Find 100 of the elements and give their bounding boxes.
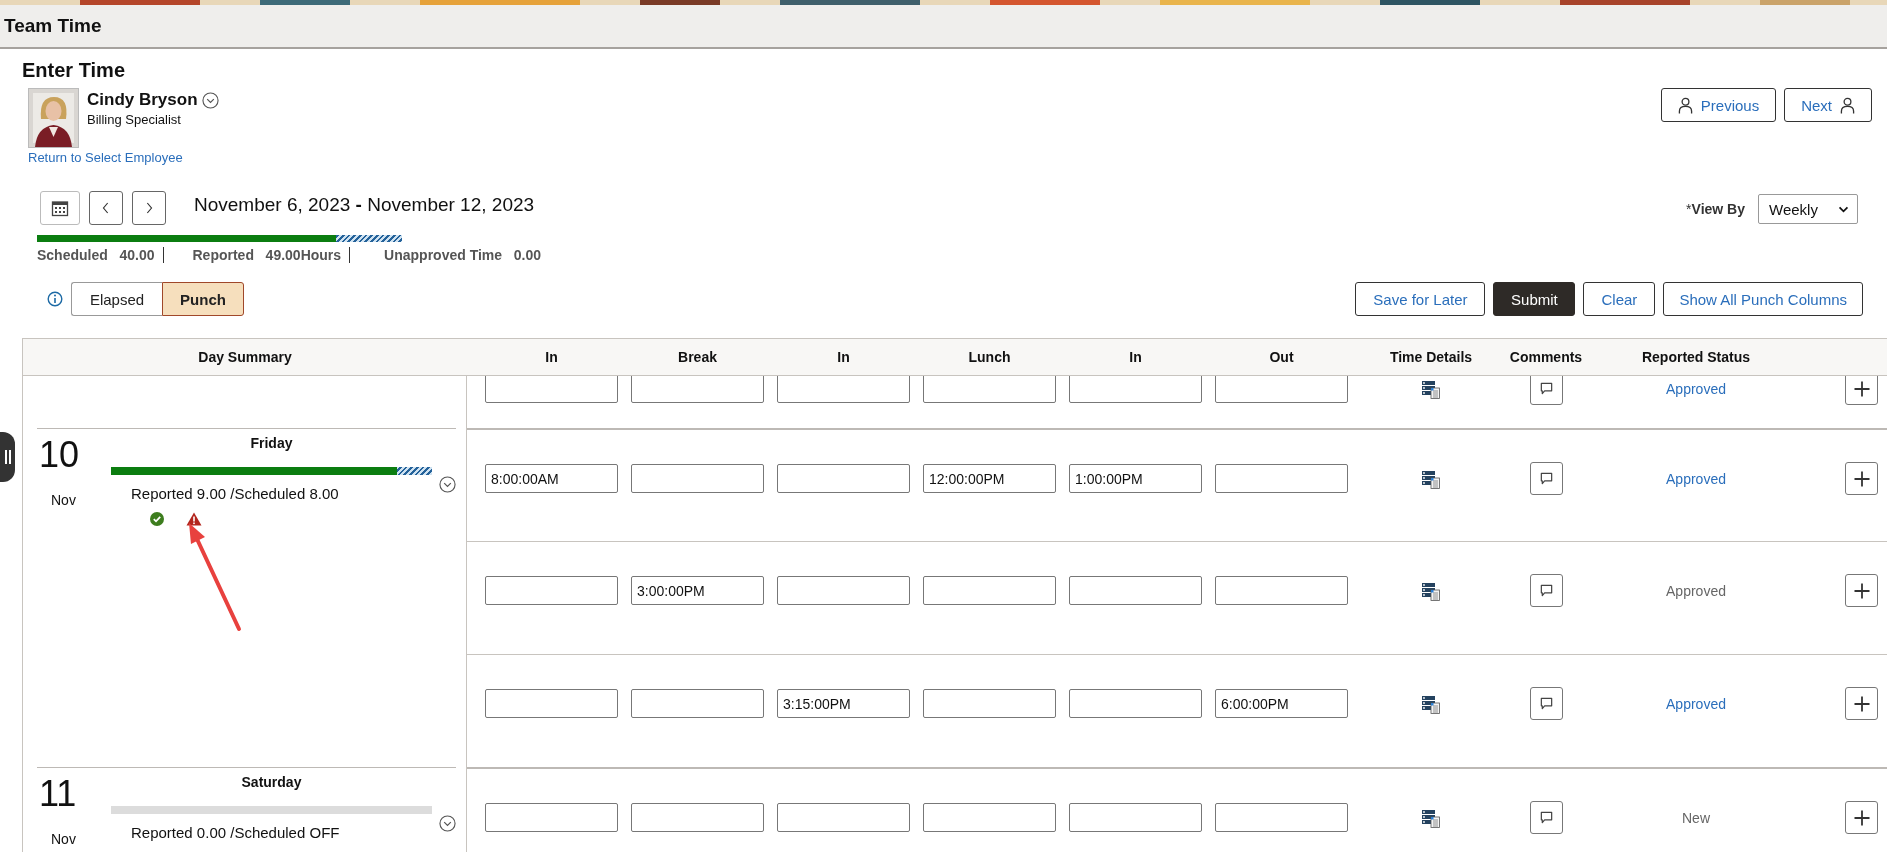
time-input[interactable] [777,464,910,493]
status-link[interactable]: Approved [1666,380,1726,397]
total-label: Reported 49.00Hours [192,247,351,263]
time-input[interactable] [1069,576,1202,605]
time-input[interactable] [923,803,1056,832]
time-input[interactable] [777,576,910,605]
action-button[interactable]: Save for Later [1355,282,1486,316]
next-period-button[interactable] [132,191,166,225]
add-row-button[interactable] [1845,574,1878,607]
chevron-right-icon [144,201,154,215]
time-input[interactable] [1069,689,1202,718]
time-input[interactable] [485,689,618,718]
time-input[interactable] [923,576,1056,605]
month-label: Nov [50,831,77,847]
action-button[interactable]: Clear [1583,282,1656,316]
time-details-icon[interactable] [1421,378,1441,399]
return-link[interactable]: Return to Select Employee [28,150,219,165]
time-input[interactable] [631,803,764,832]
total-label: Scheduled 40.00 [37,247,164,263]
time-details-icon[interactable] [1421,580,1441,601]
time-input[interactable] [777,803,910,832]
comment-button[interactable] [1529,462,1563,495]
status-text: New [1682,809,1710,826]
previous-button[interactable]: Previous [1660,88,1777,122]
time-input[interactable] [1215,576,1348,605]
status-link[interactable]: Approved [1666,695,1726,712]
time-input[interactable] [1215,376,1348,403]
time-input[interactable]: 3:15:00PM [777,689,910,718]
time-details-icon[interactable] [1421,693,1441,714]
day-summary-text: Reported 9.00 /Scheduled 8.00 [130,485,340,502]
expand-icon[interactable] [439,476,456,493]
date-range: November 6, 2023 - November 12, 2023 [194,194,535,216]
time-input[interactable] [1215,464,1348,493]
time-input[interactable] [923,689,1056,718]
check-icon [150,512,164,526]
time-input[interactable]: 12:00:00PM [923,464,1056,493]
add-row-button[interactable] [1845,462,1878,495]
time-input[interactable]: 1:00:00PM [1069,464,1202,493]
previous-period-button[interactable] [89,191,123,225]
panel-handle[interactable] [0,432,15,482]
time-input[interactable] [485,376,618,403]
column-header: In [1129,349,1142,365]
time-input[interactable] [485,576,618,605]
action-button[interactable]: Show All Punch Columns [1663,282,1863,316]
mode-toggle[interactable]: Punch [162,282,244,316]
comment-button[interactable] [1529,574,1563,607]
time-input[interactable] [1069,803,1202,832]
employee-name: Cindy Bryson [87,90,198,110]
expand-icon[interactable] [439,815,456,832]
day-summary-text: Reported 0.00 /Scheduled OFF [130,824,341,841]
time-input[interactable] [1215,803,1348,832]
time-input[interactable]: 3:00:00PM [631,576,764,605]
next-button[interactable]: Next [1784,88,1872,122]
status-link[interactable]: Approved [1666,470,1726,487]
add-row-button[interactable] [1845,376,1878,405]
info-icon[interactable] [47,291,63,307]
time-input[interactable] [631,376,764,403]
time-details-icon[interactable] [1421,468,1441,489]
column-header: Out [1269,349,1294,365]
caret-down-icon [1838,205,1849,213]
column-header: In [545,349,558,365]
add-row-button[interactable] [1845,687,1878,720]
column-header: Lunch [968,349,1011,365]
weekday-label: Friday [250,435,293,451]
time-input[interactable]: 8:00:00AM [485,464,618,493]
job-title: Billing Specialist [87,112,182,127]
weekday-label: Saturday [241,774,302,790]
time-input[interactable] [485,803,618,832]
chevron-down-icon[interactable] [201,91,219,109]
time-input[interactable] [777,376,910,403]
time-input[interactable] [1069,376,1202,403]
action-button[interactable]: Submit [1493,282,1576,316]
time-input[interactable]: 6:00:00PM [1215,689,1348,718]
time-input[interactable] [631,689,764,718]
person-icon [1677,96,1693,114]
speech-bubble-icon [1538,381,1554,396]
person-icon [1840,96,1855,114]
view-by-label: *View By [1686,201,1745,217]
mode-toggle[interactable]: Elapsed [71,282,162,316]
time-input[interactable] [923,376,1056,403]
total-label: Unapproved Time 0.00 [384,247,542,263]
time-details-icon[interactable] [1421,807,1441,828]
plus-icon [1852,379,1871,398]
speech-bubble-icon [1538,583,1554,598]
day-number: 10 [38,437,81,473]
time-input[interactable] [631,464,764,493]
calendar-icon [51,199,69,217]
plus-icon [1852,694,1871,713]
comment-button[interactable] [1529,801,1563,834]
column-header: Reported Status [1641,349,1751,365]
plus-icon [1852,581,1871,600]
app-title: Team Time [4,15,102,37]
comment-button[interactable] [1529,687,1563,720]
chevron-left-icon [101,201,111,215]
speech-bubble-icon [1538,696,1554,711]
add-row-button[interactable] [1845,801,1878,834]
comment-button[interactable] [1529,376,1563,405]
column-header: Time Details [1389,349,1473,365]
view-by-select[interactable]: Weekly [1758,194,1858,224]
calendar-button[interactable] [40,191,80,225]
